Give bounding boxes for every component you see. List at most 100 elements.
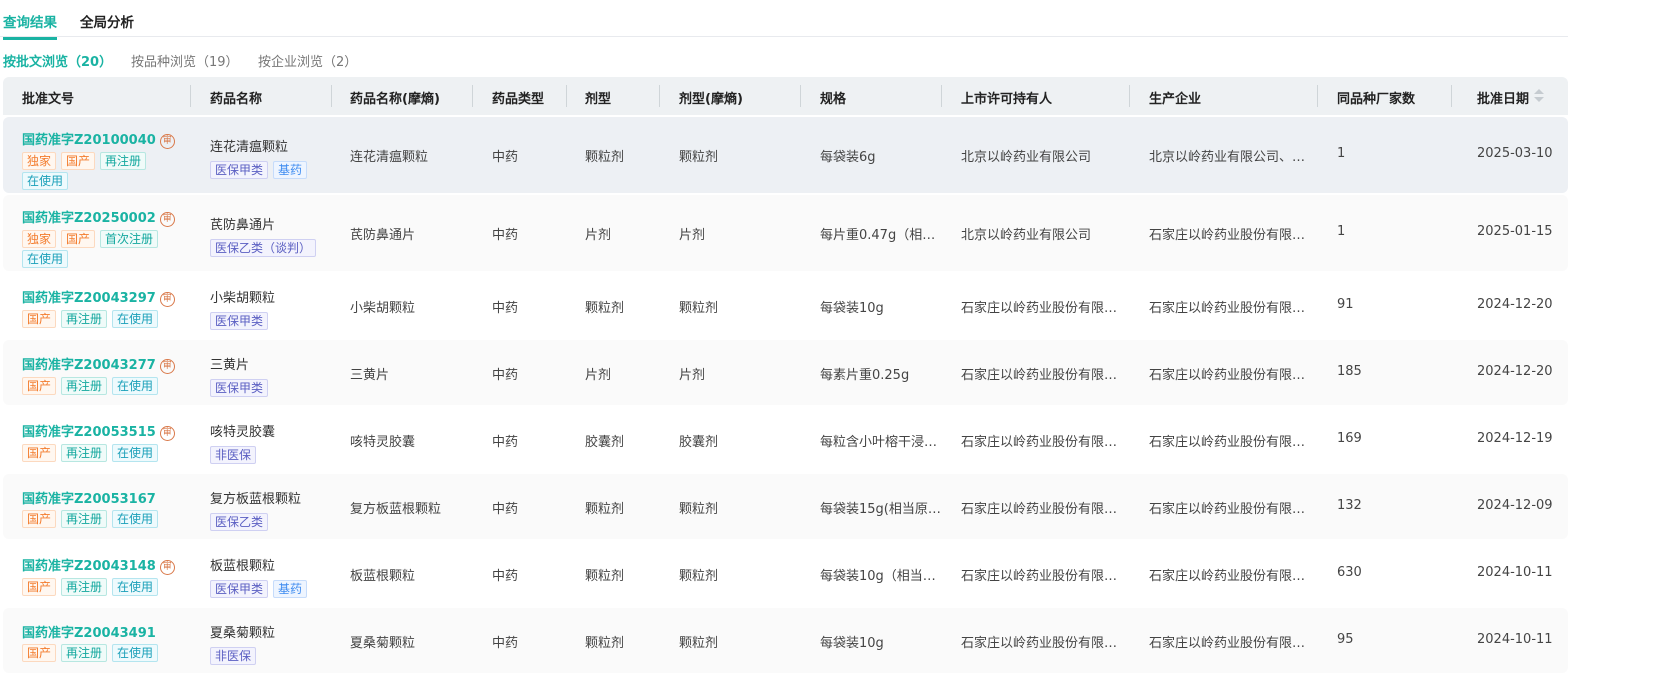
tag: 国产 <box>22 377 57 395</box>
column-divider[interactable] <box>1451 85 1452 107</box>
approval-tags: 独家 国产 首次注册在使用 <box>22 230 172 270</box>
review-stamp-icon: 审 <box>159 292 175 307</box>
column-divider[interactable] <box>941 85 942 107</box>
cell-dosage-form: 片剂 <box>585 228 612 243</box>
insurance-tags: 非医保 <box>210 647 275 665</box>
tag: 国产 <box>22 578 57 596</box>
column-divider[interactable] <box>800 85 801 107</box>
table-row[interactable]: 国药准字Z20053515 审 国产 再注册 在使用 咳特灵胶囊 非医保 咳特灵胶囊 中药… <box>3 407 1568 472</box>
approval-number-link[interactable]: 国药准字Z20043148 <box>22 559 156 574</box>
table-row[interactable]: 国药准字Z20043297 审 国产 再注册 在使用 小柴胡颗粒 医保甲类 小柴胡颗粒中… <box>3 273 1568 338</box>
insurance-tags: 医保甲类 基药 <box>210 580 312 598</box>
table-row[interactable]: 国药准字Z20043148 审 国产 再注册 在使用 板蓝根颗粒 医保甲类 基药 板蓝根颗… <box>3 541 1568 606</box>
insurance-tags: 医保甲类 基药 <box>210 161 312 179</box>
cell-dosage-form-ms: 颗粒剂 <box>679 501 719 517</box>
tag: 医保甲类 <box>210 161 269 179</box>
cell-dosage-form-ms: 胶囊剂 <box>679 434 719 450</box>
cell-same-variety-count: 1 <box>1337 224 1346 239</box>
table-body: 国药准字Z20100040 审 独家 国产 再注册在使用 连花清瘟颗粒 医保甲类 基药连… <box>3 117 1568 673</box>
tag: 再注册 <box>61 444 108 462</box>
tag: 基药 <box>273 161 308 179</box>
drug-name: 复方板蓝根颗粒 <box>210 492 302 507</box>
review-stamp-icon: 审 <box>159 134 175 149</box>
tag: 医保乙类（谈判） <box>210 239 317 257</box>
column-header-dosage-form: 剂型 <box>585 92 612 107</box>
approval-number-link[interactable]: 国药准字Z20043297 <box>22 291 156 306</box>
cell-mah-holder: 石家庄以岭药业股份有限… <box>961 568 1118 584</box>
approval-number-link[interactable]: 国药准字Z20053167 <box>22 492 156 507</box>
cell-spec: 每袋装10g <box>820 635 884 651</box>
cell-mah-holder: 北京以岭药业有限公司 <box>961 228 1092 243</box>
column-header-same-variety-count: 同品种厂家数 <box>1337 92 1416 107</box>
cell-manufacturer: 石家庄以岭药业股份有限… <box>1149 300 1306 316</box>
subtab-by-approval[interactable]: 按批文浏览（20） <box>3 51 112 70</box>
cell-same-variety-count: 1 <box>1337 146 1346 161</box>
tag: 医保甲类 <box>210 379 269 397</box>
table-row[interactable]: 国药准字Z20053167 国产 再注册 在使用 复方板蓝根颗粒 医保乙类 复方板蓝根… <box>3 474 1568 539</box>
table-row[interactable]: 国药准字Z20100040 审 独家 国产 再注册在使用 连花清瘟颗粒 医保甲类 基药连… <box>3 117 1568 193</box>
tab-global-analysis[interactable]: 全局分析 <box>80 11 134 31</box>
approval-number-link[interactable]: 国药准字Z20043491 <box>22 626 156 641</box>
insurance-tags: 医保甲类 <box>210 312 275 330</box>
column-divider[interactable] <box>331 85 332 107</box>
tag: 在使用 <box>112 377 159 395</box>
column-divider[interactable] <box>1317 85 1318 107</box>
cell-dosage-form-ms: 颗粒剂 <box>679 568 719 584</box>
cell-manufacturer: 石家庄以岭药业股份有限… <box>1149 434 1306 450</box>
cell-spec: 每片重0.47g（相… <box>820 228 936 243</box>
cell-approval-date: 2024-12-20 <box>1477 296 1553 312</box>
cell-drug-type: 中药 <box>492 501 519 517</box>
approval-number-link[interactable]: 国药准字Z20043277 <box>22 358 156 373</box>
table-row[interactable]: 国药准字Z20250002 审 独家 国产 首次注册在使用 芪防鼻通片 医保乙类（谈判… <box>3 195 1568 271</box>
tag: 国产 <box>61 152 96 170</box>
tag: 非医保 <box>210 446 257 464</box>
drug-name: 连花清瘟颗粒 <box>210 140 289 155</box>
insurance-tags: 医保乙类 <box>210 513 301 531</box>
column-header-drug-name-ms: 药品名称(摩熵) <box>350 92 440 107</box>
cell-approval-date: 2024-12-19 <box>1477 430 1553 446</box>
cell-manufacturer: 石家庄以岭药业股份有限… <box>1149 635 1306 651</box>
cell-drug-type: 中药 <box>492 150 519 165</box>
drug-name: 芪防鼻通片 <box>210 218 276 233</box>
column-header-approval-date[interactable]: 批准日期 <box>1477 88 1529 107</box>
cell-drug-name-ms: 小柴胡颗粒 <box>350 300 416 316</box>
cell-mah-holder: 石家庄以岭药业股份有限… <box>961 501 1118 517</box>
tag: 在使用 <box>112 510 159 528</box>
subtab-by-company[interactable]: 按企业浏览（2） <box>258 51 357 70</box>
tag: 国产 <box>22 310 57 328</box>
column-divider[interactable] <box>190 85 191 107</box>
cell-same-variety-count: 91 <box>1337 296 1354 312</box>
column-divider[interactable] <box>472 85 473 107</box>
tag: 国产 <box>22 444 57 462</box>
cell-approval-date: 2024-12-09 <box>1477 497 1553 513</box>
review-stamp-icon: 审 <box>159 560 175 575</box>
cell-same-variety-count: 185 <box>1337 363 1362 379</box>
approval-number-link[interactable]: 国药准字Z20250002 <box>22 211 156 226</box>
review-stamp-icon: 审 <box>159 212 175 227</box>
cell-drug-name-ms: 芪防鼻通片 <box>350 228 416 243</box>
subtab-by-variety[interactable]: 按品种浏览（19） <box>131 51 239 70</box>
insurance-tags: 非医保 <box>210 446 275 464</box>
cell-manufacturer: 石家庄以岭药业股份有限… <box>1149 367 1306 383</box>
main-tabs: 查询结果 全局分析 <box>0 0 1568 40</box>
cell-dosage-form-ms: 颗粒剂 <box>679 635 719 651</box>
column-divider[interactable] <box>566 85 567 107</box>
cell-dosage-form-ms: 颗粒剂 <box>679 150 719 165</box>
approval-number-link[interactable]: 国药准字Z20100040 <box>22 133 156 148</box>
column-divider[interactable] <box>659 85 660 107</box>
column-header-approval-number: 批准文号 <box>22 92 75 107</box>
drug-name: 咳特灵胶囊 <box>210 425 276 440</box>
table-row[interactable]: 国药准字Z20043277 审 国产 再注册 在使用 三黄片 医保甲类 三黄片 中药 片剂片… <box>3 340 1568 405</box>
cell-drug-type: 中药 <box>492 635 519 651</box>
drug-name: 板蓝根颗粒 <box>210 559 276 574</box>
insurance-tags: 医保乙类（谈判） <box>210 239 321 257</box>
tab-query-results[interactable]: 查询结果 <box>3 11 57 40</box>
approval-tags: 国产 再注册 在使用 <box>22 377 172 397</box>
cell-mah-holder: 石家庄以岭药业股份有限… <box>961 367 1118 383</box>
column-divider[interactable] <box>1129 85 1130 107</box>
table-row[interactable]: 国药准字Z20043491 国产 再注册 在使用 夏桑菊颗粒 非医保 夏桑菊颗粒 中药颗… <box>3 608 1568 673</box>
approval-number-link[interactable]: 国药准字Z20053515 <box>22 425 156 440</box>
tag: 首次注册 <box>100 230 159 248</box>
sort-icon[interactable] <box>1534 89 1544 103</box>
column-header-spec: 规格 <box>820 92 847 107</box>
